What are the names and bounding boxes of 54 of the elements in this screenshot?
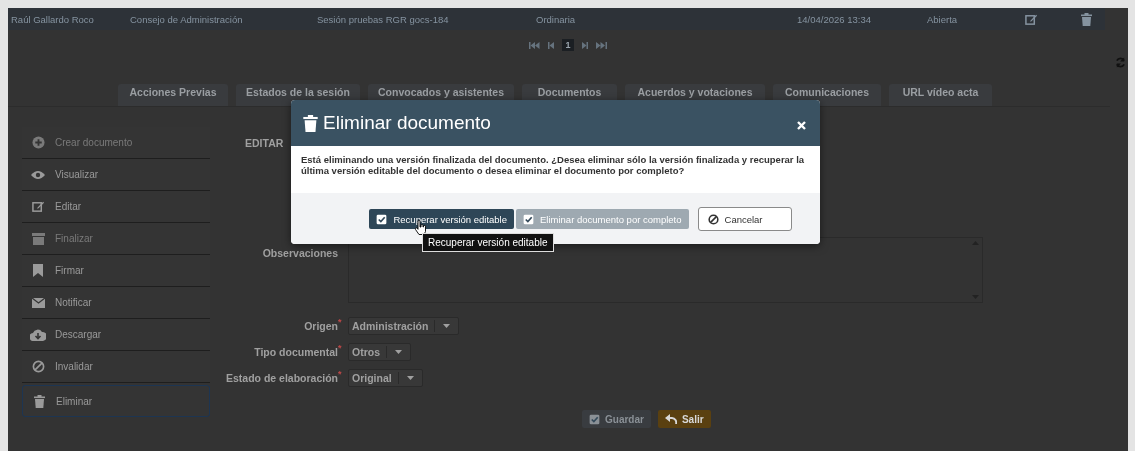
page-number[interactable]: 1 xyxy=(562,39,574,51)
recover-button[interactable]: Recuperar versión editable xyxy=(369,209,514,229)
table-cell-text: Consejo de Administración xyxy=(130,13,244,25)
eye-icon xyxy=(31,169,45,180)
archive-icon xyxy=(31,232,45,245)
table-cell-text: 14/04/2026 13:34 xyxy=(797,13,872,25)
undo-arrow-icon xyxy=(664,414,677,424)
table-cell-text: Raúl Gallardo Roco xyxy=(11,13,95,25)
pencil-square-icon xyxy=(1025,12,1038,26)
field-label: Origen xyxy=(304,320,338,332)
form-heading: EDITAR xyxy=(245,137,284,149)
table-cell-text: Ordinaria xyxy=(536,13,577,25)
bookmark-icon xyxy=(33,264,43,277)
envelope-icon xyxy=(31,297,45,308)
exit-button[interactable]: Salir xyxy=(657,410,711,428)
next-page-icon xyxy=(581,41,588,49)
dropdown[interactable]: Administración xyxy=(348,317,460,335)
sidebar-item[interactable]: Eliminar xyxy=(22,385,210,417)
trash-icon xyxy=(1081,12,1092,26)
last-page-icon xyxy=(595,41,607,49)
tab[interactable]: Acciones Previas xyxy=(118,84,228,106)
ban-icon xyxy=(707,213,719,225)
field-label: Observaciones xyxy=(262,247,338,259)
close-icon xyxy=(797,120,806,130)
required-mark: * xyxy=(338,343,342,353)
checkbox-icon xyxy=(376,213,388,225)
pencil-square-icon xyxy=(31,200,45,213)
table-cell-text: Sesión pruebas RGR gocs-184 xyxy=(317,13,450,25)
caret-icon xyxy=(395,350,402,354)
field-label: Tipo documental xyxy=(254,346,338,358)
previous-page-icon xyxy=(548,41,555,49)
dropdown[interactable]: Otros xyxy=(348,343,411,361)
refresh-icon xyxy=(1115,57,1126,68)
checkbox-icon xyxy=(523,213,534,225)
dropdown[interactable]: Original xyxy=(348,369,423,387)
required-mark: * xyxy=(338,369,342,379)
tab[interactable]: URL vídeo acta xyxy=(889,84,992,106)
field-label: Estado de elaboración xyxy=(225,372,338,384)
caret-icon xyxy=(443,324,451,328)
trash-icon xyxy=(303,114,318,132)
cancel-button[interactable]: Cancelar xyxy=(697,207,792,231)
trash-icon xyxy=(33,394,45,408)
ban-icon xyxy=(31,360,45,373)
checkbox-icon xyxy=(589,413,600,425)
plus-circle-icon xyxy=(31,136,45,149)
text-area[interactable] xyxy=(348,237,983,303)
caret-icon xyxy=(406,376,414,380)
first-page-icon xyxy=(529,41,541,49)
required-mark: * xyxy=(338,317,342,327)
dialog-title: Eliminar documento xyxy=(303,112,797,134)
table-cell-text: Abierta xyxy=(927,13,959,25)
tooltip: Recuperar versión editable xyxy=(422,233,554,252)
dialog-message: Está eliminando una versión finalizada del documento. ¿Desea eliminar sólo la versión finalizada y recuperar la última versión editable del documento o desea eliminar el documento por completo? xyxy=(300,153,806,178)
cloud-download-icon xyxy=(30,328,46,341)
